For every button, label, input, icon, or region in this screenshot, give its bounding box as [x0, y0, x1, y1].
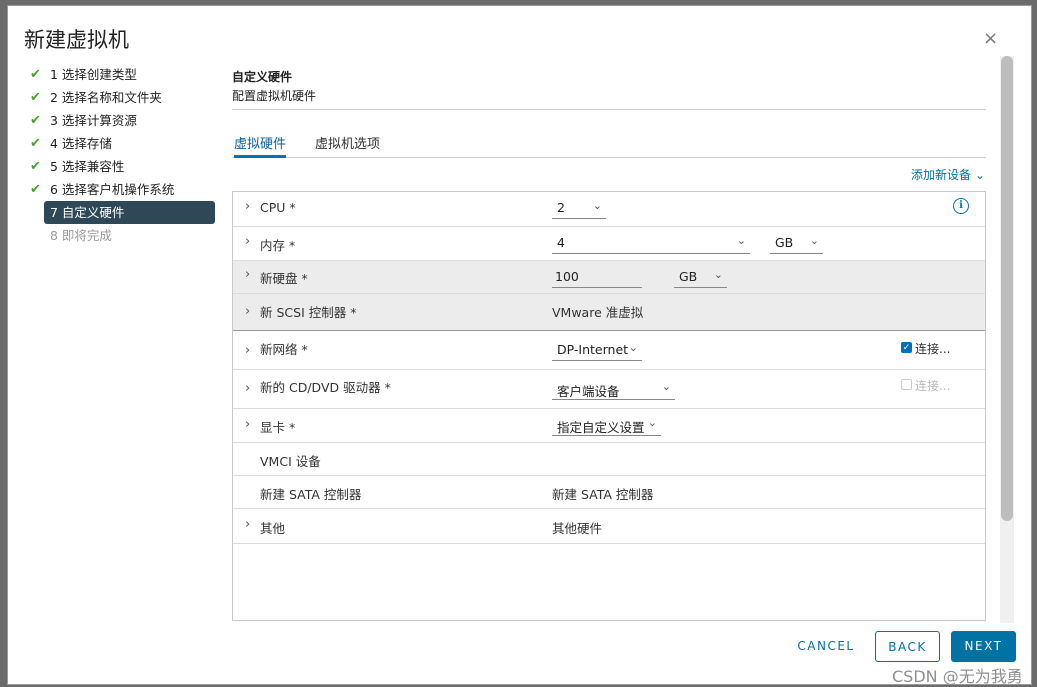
video-label: 显卡 * [260, 420, 296, 435]
expand-arrow-icon[interactable]: › [245, 267, 250, 282]
memory-label: 内存 * [260, 238, 296, 253]
cdrom-connect-checkbox [901, 379, 912, 390]
chevron-down-icon: ⌄ [736, 234, 746, 247]
other-label: 其他 [260, 521, 286, 536]
expand-arrow-icon[interactable]: › [245, 417, 250, 432]
expand-arrow-icon[interactable]: › [245, 517, 250, 532]
scsi-label: 新 SCSI 控制器 * [260, 305, 357, 320]
step-label: 2 选择名称和文件夹 [50, 90, 162, 105]
add-new-device-button[interactable]: 添加新设备 ⌄ [911, 166, 985, 183]
network-label: 新网络 * [260, 342, 308, 357]
step-7-active[interactable]: 7 自定义硬件 [44, 201, 215, 224]
expand-arrow-icon[interactable]: › [245, 381, 250, 396]
new-vm-dialog: 新建虚拟机 × ✔ 1 选择创建类型 ✔ 2 选择名称和文件夹 ✔ 3 选择计算资源 … [7, 5, 1032, 686]
info-icon[interactable]: i [953, 198, 969, 214]
step-label: 8 即将完成 [50, 228, 112, 243]
chevron-down-icon: ⌄ [661, 380, 671, 393]
tab-vm-options[interactable]: 虚拟机选项 [315, 133, 380, 152]
section-title: 自定义硬件 [232, 70, 293, 84]
step-1[interactable]: ✔ 1 选择创建类型 [25, 63, 215, 86]
vmci-label: VMCI 设备 [260, 454, 321, 469]
network-connect-label: 连接... [915, 342, 951, 356]
divider [232, 109, 986, 110]
chevron-down-icon: ⌄ [647, 416, 657, 429]
step-label: 3 选择计算资源 [50, 113, 137, 128]
network-value: DP-Internet [557, 342, 629, 357]
step-label: 7 自定义硬件 [50, 205, 125, 220]
disk-unit-select[interactable]: GB ⌄ [674, 267, 727, 288]
expand-arrow-icon[interactable]: › [245, 304, 250, 319]
cpu-value: 2 [557, 200, 565, 215]
chevron-down-icon: ⌄ [809, 234, 819, 247]
hw-row-network: › 新网络 * DP-Internet ⌄ ✓ 连接... [233, 331, 985, 370]
sata-value: 新建 SATA 控制器 [552, 487, 654, 502]
check-icon: ✔ [30, 90, 41, 105]
step-3[interactable]: ✔ 3 选择计算资源 [25, 109, 215, 132]
chevron-down-icon: ⌄ [628, 341, 638, 354]
step-6[interactable]: ✔ 6 选择客户机操作系统 [25, 178, 215, 201]
network-select[interactable]: DP-Internet ⌄ [552, 340, 642, 361]
cdrom-label: 新的 CD/DVD 驱动器 * [260, 380, 391, 395]
expand-arrow-icon[interactable]: › [245, 234, 250, 249]
step-5[interactable]: ✔ 5 选择兼容性 [25, 155, 215, 178]
cdrom-select[interactable]: 客户端设备 ⌄ [552, 379, 675, 400]
chevron-down-icon: ⌄ [713, 268, 723, 281]
hw-row-cpu: › CPU * 2 ⌄ i [233, 192, 985, 227]
step-label: 1 选择创建类型 [50, 67, 137, 82]
hw-row-disk: › 新硬盘 * 100 GB ⌄ [233, 261, 985, 294]
dialog-title: 新建虚拟机 [24, 28, 129, 52]
scrollbar-thumb[interactable] [1001, 56, 1013, 521]
video-select[interactable]: 指定自定义设置 ⌄ [552, 415, 661, 436]
disk-size-input[interactable]: 100 [552, 267, 642, 288]
check-icon: ✔ [30, 136, 41, 151]
check-icon: ✔ [30, 67, 41, 82]
cdrom-connect-label: 连接... [915, 379, 951, 393]
step-4[interactable]: ✔ 4 选择存储 [25, 132, 215, 155]
expand-arrow-icon[interactable]: › [245, 343, 250, 358]
wizard-steps: ✔ 1 选择创建类型 ✔ 2 选择名称和文件夹 ✔ 3 选择计算资源 ✔ 4 选择存储 … [25, 63, 215, 247]
hw-row-sata: 新建 SATA 控制器 新建 SATA 控制器 [233, 476, 985, 509]
cpu-select[interactable]: 2 ⌄ [552, 198, 606, 219]
cdrom-value: 客户端设备 [557, 384, 620, 399]
check-icon: ✔ [30, 159, 41, 174]
step-8: 8 即将完成 [25, 224, 215, 247]
step-label: 4 选择存储 [50, 136, 112, 151]
tab-virtual-hardware[interactable]: 虚拟硬件 [234, 133, 287, 158]
expand-arrow-icon[interactable]: › [245, 199, 250, 214]
chevron-down-icon: ⌄ [592, 199, 602, 212]
memory-select[interactable]: 4 ⌄ [552, 233, 750, 254]
other-value: 其他硬件 [552, 521, 603, 536]
cancel-button[interactable]: CANCEL [794, 631, 858, 662]
disk-size-value: 100 [555, 269, 579, 284]
video-value: 指定自定义设置 [557, 420, 645, 435]
memory-unit-select[interactable]: GB ⌄ [770, 233, 823, 254]
tab-bar: 虚拟硬件 虚拟机选项 [232, 130, 986, 158]
hw-row-scsi: › 新 SCSI 控制器 * VMware 准虚拟 [233, 294, 985, 331]
scrollbar[interactable] [1000, 56, 1014, 623]
disk-label: 新硬盘 * [260, 271, 308, 286]
back-button[interactable]: BACK [875, 631, 940, 662]
hw-row-cdrom: › 新的 CD/DVD 驱动器 * 客户端设备 ⌄ 连接... [233, 370, 985, 409]
section-subtitle: 配置虚拟机硬件 [232, 89, 317, 103]
hw-row-video: › 显卡 * 指定自定义设置 ⌄ [233, 409, 985, 443]
hw-row-other: › 其他 其他硬件 [233, 509, 985, 544]
step-label: 6 选择客户机操作系统 [50, 182, 175, 197]
hardware-table: › CPU * 2 ⌄ i › 内存 * 4 ⌄ GB ⌄ › 新硬盘 * 10… [232, 191, 986, 621]
network-connect-checkbox[interactable]: ✓ [901, 342, 912, 353]
memory-value: 4 [557, 235, 565, 250]
check-icon: ✔ [30, 113, 41, 128]
check-icon: ✔ [30, 182, 41, 197]
close-icon[interactable]: × [983, 28, 998, 49]
hw-row-vmci: VMCI 设备 [233, 443, 985, 476]
cpu-label: CPU * [260, 200, 296, 215]
next-button[interactable]: NEXT [951, 631, 1016, 662]
step-2[interactable]: ✔ 2 选择名称和文件夹 [25, 86, 215, 109]
disk-unit: GB [679, 269, 698, 284]
hw-row-memory: › 内存 * 4 ⌄ GB ⌄ [233, 227, 985, 261]
scsi-value: VMware 准虚拟 [552, 305, 644, 320]
memory-unit: GB [775, 235, 794, 250]
sata-label: 新建 SATA 控制器 [260, 487, 362, 502]
step-label: 5 选择兼容性 [50, 159, 125, 174]
watermark: CSDN @无为我勇 [892, 667, 1023, 686]
